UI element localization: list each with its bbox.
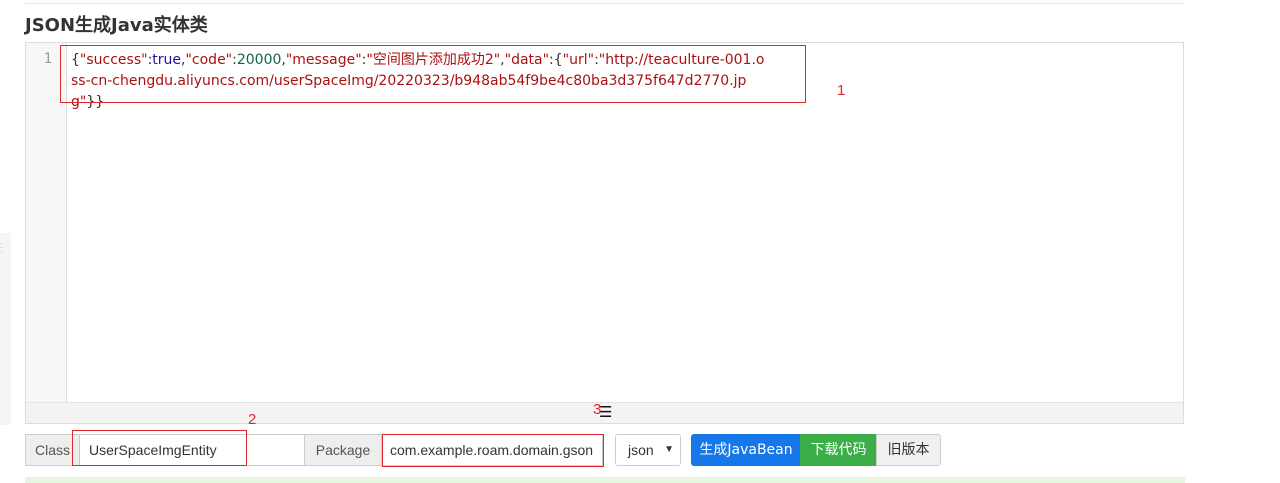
download-code-button[interactable]: 下载代码: [800, 434, 877, 466]
side-panel-tab[interactable]: · · ·: [0, 233, 11, 425]
old-version-button[interactable]: 旧版本: [876, 434, 941, 466]
annotation-box-2: [72, 430, 247, 466]
grip-dots-icon: · · ·: [0, 238, 3, 256]
annotation-box-1: [60, 45, 806, 103]
result-panel-edge: [25, 477, 1185, 483]
generate-javabean-button[interactable]: 生成JavaBean: [691, 434, 801, 466]
annotation-label-2: 2: [248, 411, 257, 428]
annotation-box-3: [382, 434, 604, 467]
format-select[interactable]: json ▼: [615, 434, 681, 466]
package-label: Package: [304, 434, 382, 466]
line-number: 1: [43, 51, 52, 67]
format-select-value: json: [628, 442, 654, 458]
editor-resize-bar[interactable]: ☰: [26, 402, 1183, 423]
annotation-label-1: 1: [837, 82, 846, 99]
page-title: JSON生成Java实体类: [25, 15, 208, 36]
chevron-down-icon: ▼: [664, 444, 674, 455]
top-divider: [25, 0, 1185, 4]
annotation-label-3: 3: [593, 401, 602, 418]
